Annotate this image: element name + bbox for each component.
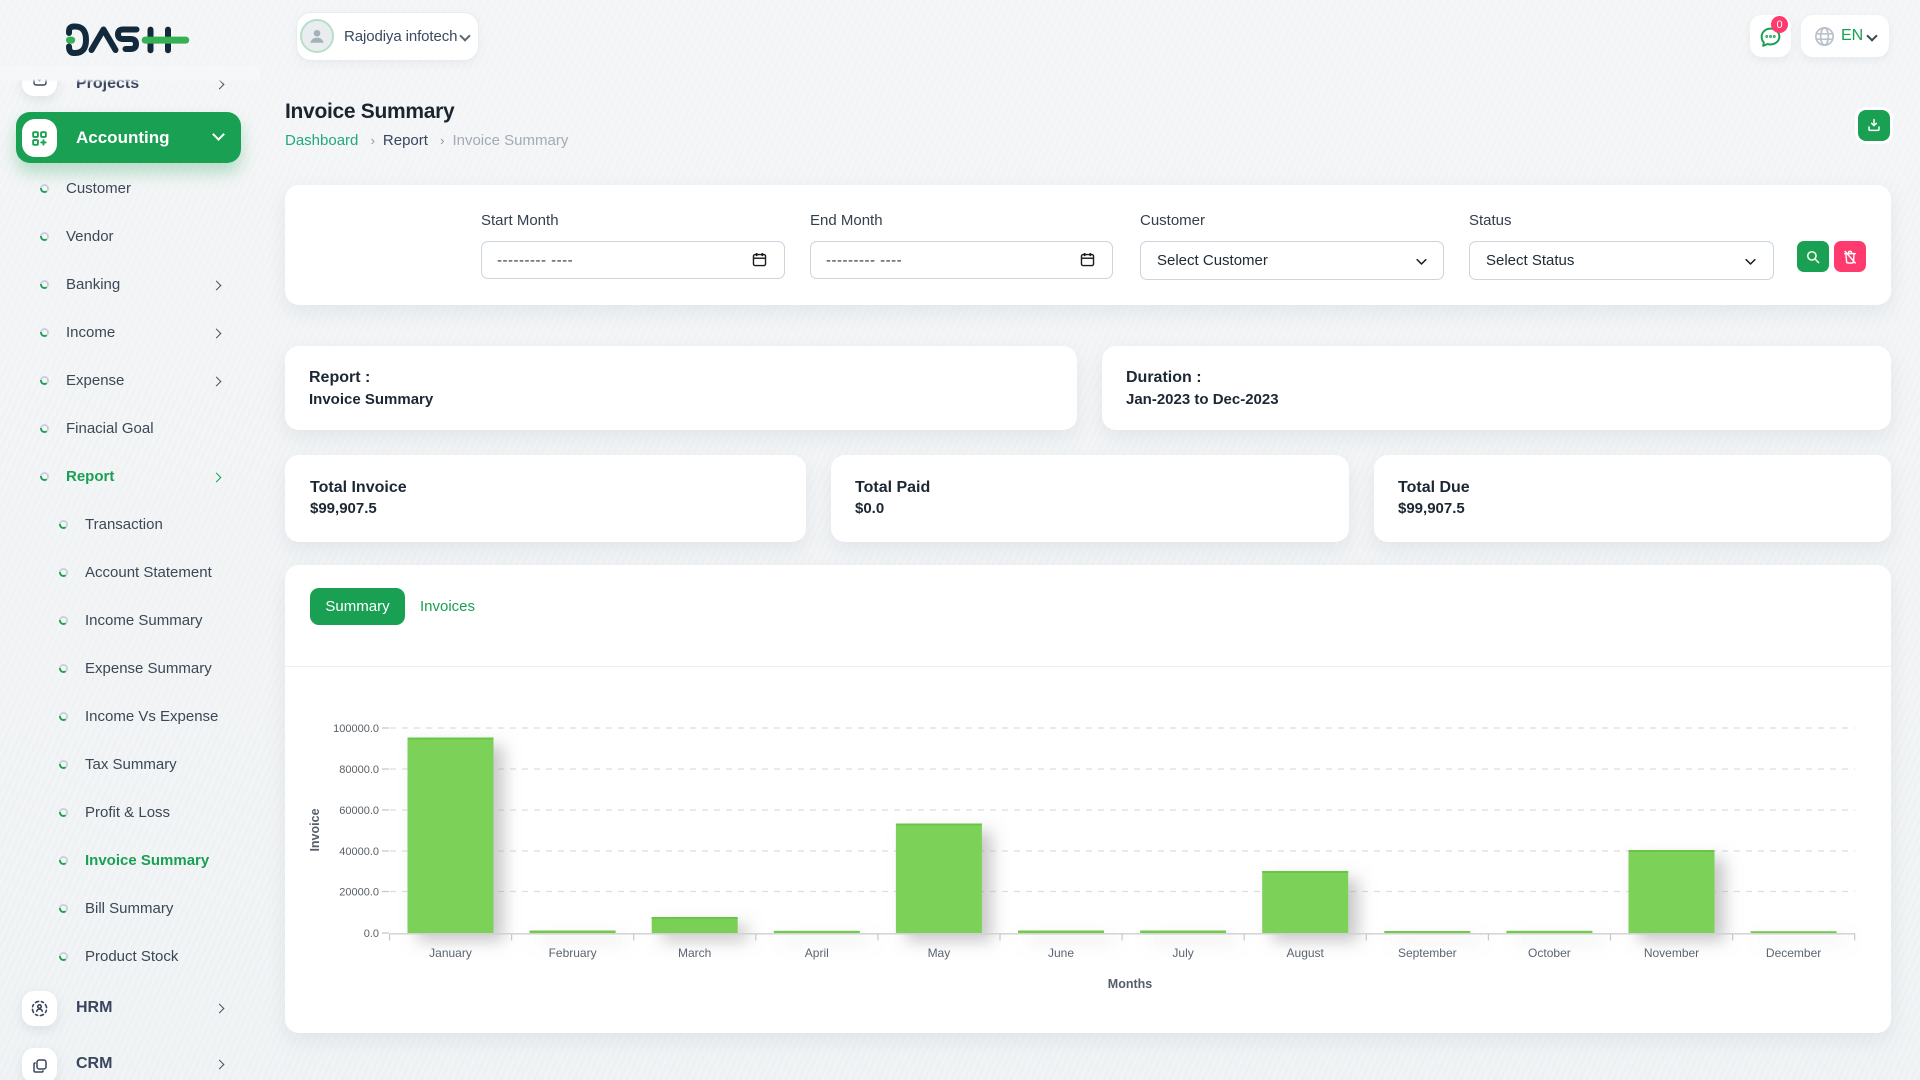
svg-text:80000.0: 80000.0 [339, 764, 379, 776]
svg-text:May: May [928, 946, 951, 960]
svg-text:December: December [1766, 946, 1821, 960]
svg-text:0.0: 0.0 [364, 928, 379, 940]
svg-text:July: July [1172, 946, 1193, 960]
svg-text:January: January [429, 946, 472, 960]
svg-text:20000.0: 20000.0 [339, 887, 379, 899]
svg-text:Invoice: Invoice [308, 808, 322, 851]
svg-text:November: November [1644, 946, 1699, 960]
svg-text:April: April [805, 946, 829, 960]
svg-text:40000.0: 40000.0 [339, 846, 379, 858]
svg-text:100000.0: 100000.0 [333, 723, 379, 735]
svg-text:October: October [1528, 946, 1571, 960]
svg-text:60000.0: 60000.0 [339, 805, 379, 817]
svg-text:February: February [549, 946, 597, 960]
svg-text:September: September [1398, 946, 1457, 960]
svg-text:June: June [1048, 946, 1074, 960]
svg-text:August: August [1287, 946, 1325, 960]
svg-text:March: March [678, 946, 711, 960]
svg-text:Months: Months [1108, 977, 1152, 991]
